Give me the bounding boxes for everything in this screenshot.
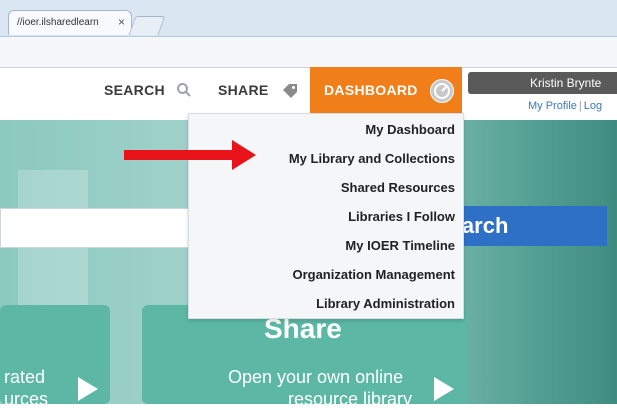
- nav-share[interactable]: SHARE: [218, 82, 269, 98]
- share-card-text-line2: resource library: [288, 389, 413, 409]
- tag-icon[interactable]: [281, 82, 299, 103]
- browser-tab-bar: //ioer.ilsharedlearn ×: [0, 0, 617, 37]
- my-profile-link[interactable]: My Profile: [528, 100, 577, 112]
- share-card[interactable]: Share Open your own online resource libr…: [142, 305, 468, 409]
- tab-title: //ioer.ilsharedlearn: [17, 17, 99, 28]
- link-separator: |: [578, 100, 582, 112]
- nav-search[interactable]: SEARCH: [104, 82, 165, 98]
- user-name: Kristin Brynte: [530, 76, 602, 90]
- browse-card[interactable]: rated urces: [0, 305, 110, 409]
- close-icon[interactable]: ×: [118, 15, 125, 29]
- browser-tab[interactable]: //ioer.ilsharedlearn ×: [8, 10, 132, 35]
- play-arrow-icon[interactable]: [78, 377, 98, 401]
- address-bar[interactable]: [0, 37, 617, 68]
- menu-item-my-library-and-collections[interactable]: My Library and Collections: [289, 151, 455, 166]
- logout-link[interactable]: Log: [584, 100, 602, 112]
- menu-item-library-administration[interactable]: Library Administration: [316, 296, 455, 311]
- new-tab-button[interactable]: [128, 16, 166, 35]
- menu-item-my-dashboard[interactable]: My Dashboard: [365, 122, 455, 137]
- browse-card-text-line1: rated: [4, 367, 46, 387]
- menu-item-shared-resources[interactable]: Shared Resources: [341, 180, 455, 195]
- share-card-text-line1: Open your own online: [228, 367, 404, 387]
- menu-item-libraries-i-follow[interactable]: Libraries I Follow: [348, 209, 455, 224]
- arrow-shaft: [124, 150, 234, 160]
- menu-item-my-ioer-timeline[interactable]: My IOER Timeline: [345, 238, 455, 253]
- play-arrow-icon[interactable]: [434, 377, 454, 401]
- menu-item-organization-management[interactable]: Organization Management: [292, 267, 455, 282]
- user-bar[interactable]: Kristin Brynte: [468, 72, 617, 94]
- dashboard-dropdown-menu: My Dashboard My Library and Collections …: [188, 113, 464, 319]
- dashboard-label: DASHBOARD: [324, 82, 418, 98]
- user-links: My Profile | Log: [528, 100, 602, 112]
- dashboard-button[interactable]: DASHBOARD: [310, 67, 462, 113]
- search-icon[interactable]: [176, 82, 192, 103]
- dashboard-gauge-icon: [430, 79, 454, 103]
- arrow-head: [232, 140, 256, 170]
- browse-card-text-line2: urces: [4, 389, 49, 409]
